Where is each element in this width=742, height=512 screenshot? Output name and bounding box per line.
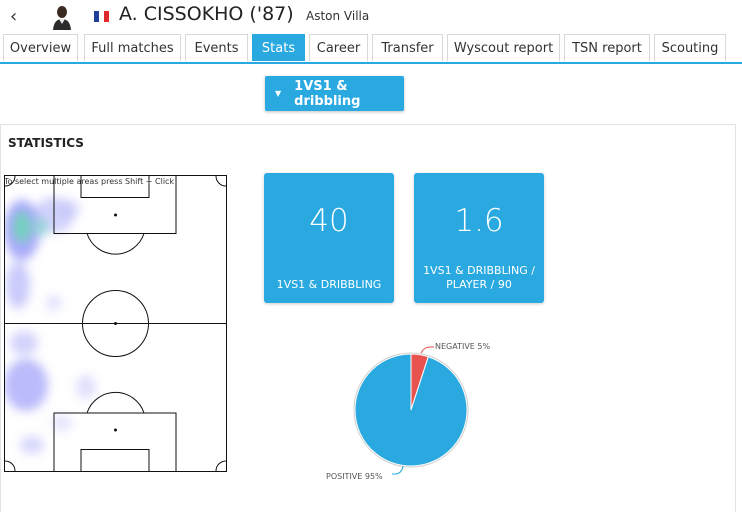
player-header: ‹ A. CISSOKHO ('87) Aston Villa	[0, 0, 742, 34]
pitch-hint: To select multiple areas press Shift + C…	[4, 177, 175, 186]
stat-card-value: 1.6	[454, 203, 504, 239]
tab-wyscout-report[interactable]: Wyscout report	[447, 34, 560, 61]
tab-full-matches[interactable]: Full matches	[84, 34, 181, 61]
statistics-title: STATISTICS	[8, 136, 84, 150]
stat-card-total: 40 1VS1 & DRIBBLING	[264, 173, 394, 303]
tab-stats[interactable]: Stats	[252, 34, 305, 61]
tab-transfer[interactable]: Transfer	[372, 34, 443, 61]
pie-slice-positive[interactable]	[354, 353, 468, 467]
pie-label-negative: NEGATIVE 5%	[435, 342, 491, 351]
player-avatar	[53, 6, 71, 30]
stat-card-label: 1VS1 & DRIBBLING	[276, 278, 382, 291]
tab-career[interactable]: Career	[309, 34, 368, 61]
pie-leader-negative	[420, 346, 434, 354]
france-flag-icon	[94, 11, 109, 22]
chevron-left-icon[interactable]: ‹	[10, 6, 17, 27]
penalty-spot-top	[114, 213, 117, 217]
tab-events[interactable]: Events	[185, 34, 248, 61]
stat-card-label: 1VS1 & DRIBBLING / PLAYER / 90	[423, 264, 535, 291]
pie-chart	[353, 346, 469, 475]
dropdown-label: 1VS1 & dribbling	[294, 78, 361, 109]
tab-scouting[interactable]: Scouting	[654, 34, 726, 61]
pie-leader-positive	[392, 465, 404, 475]
player-name: A. CISSOKHO ('87)	[119, 3, 294, 25]
stat-category-dropdown[interactable]: ▼ 1VS1 & dribbling	[265, 76, 404, 111]
tab-bar: Overview Full matches Events Stats Caree…	[0, 34, 742, 64]
stat-card-value: 40	[309, 203, 349, 239]
stat-card-per90: 1.6 1VS1 & DRIBBLING / PLAYER / 90	[414, 173, 544, 303]
centre-spot	[114, 322, 117, 325]
club-name[interactable]: Aston Villa	[306, 9, 369, 23]
pitch-heatmap[interactable]	[4, 175, 227, 472]
caret-down-icon: ▼	[275, 89, 282, 98]
penalty-spot-bottom	[114, 428, 117, 432]
tab-tsn-report[interactable]: TSN report	[564, 34, 650, 61]
pie-label-positive: POSITIVE 95%	[326, 472, 383, 481]
tab-overview[interactable]: Overview	[3, 34, 78, 61]
